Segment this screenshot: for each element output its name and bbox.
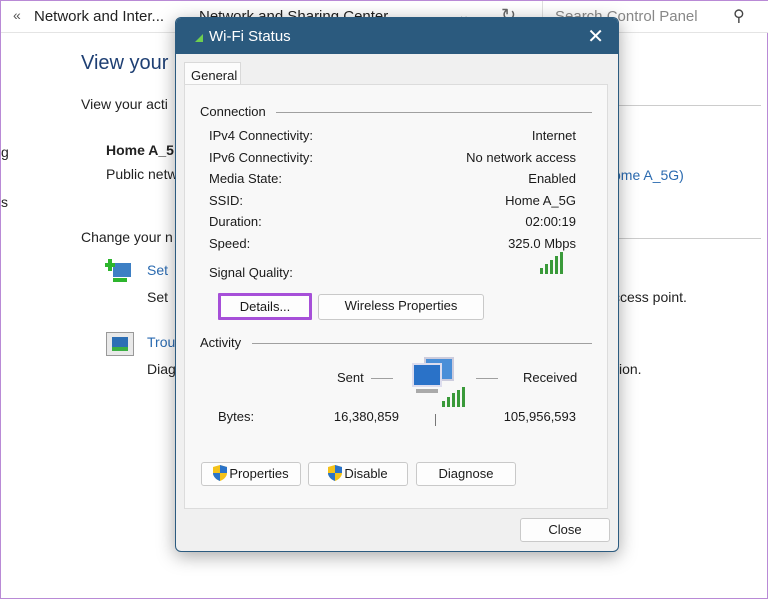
diagnose-button[interactable]: Diagnose <box>416 462 516 486</box>
divider <box>252 343 592 344</box>
media-state-value: Enabled <box>528 171 576 186</box>
dialog-title: Wi-Fi Status <box>209 28 291 45</box>
divider <box>616 105 761 106</box>
bytes-sent-value: 16,380,859 <box>333 409 399 424</box>
sent-label: Sent <box>337 370 364 385</box>
wireless-properties-button[interactable]: Wireless Properties <box>318 294 484 320</box>
troubleshoot-description: Diag <box>147 361 176 377</box>
troubleshoot-link[interactable]: Trou <box>147 334 175 350</box>
tab-general[interactable]: General <box>184 62 241 86</box>
ssid-value: Home A_5G <box>505 193 576 208</box>
details-button[interactable]: Details... <box>218 293 312 320</box>
section-heading: Change your n <box>81 229 173 245</box>
title-bar: Wi-Fi Status ✕ <box>176 18 618 54</box>
signal-bars-icon <box>540 252 563 274</box>
connection-link[interactable]: ome A_5G) <box>613 167 684 183</box>
uac-shield-icon <box>213 465 228 481</box>
signal-quality-label: Signal Quality: <box>209 265 293 280</box>
new-connection-icon <box>105 259 133 285</box>
duration-label: Duration: <box>209 214 262 229</box>
media-state-label: Media State: <box>209 171 282 186</box>
disable-button[interactable]: Disable <box>308 462 408 486</box>
wifi-signal-icon <box>195 34 203 42</box>
network-name: Home A_5 <box>106 142 174 158</box>
back-history-icon[interactable]: « <box>13 7 21 23</box>
troubleshoot-description-tail: ion. <box>619 361 642 377</box>
uac-shield-icon <box>328 465 343 481</box>
close-button[interactable]: Close <box>520 518 610 542</box>
ipv4-label: IPv4 Connectivity: <box>209 128 314 143</box>
ipv4-value: Internet <box>531 128 576 143</box>
bytes-label: Bytes: <box>218 409 255 424</box>
divider <box>616 238 761 239</box>
properties-label: Properties <box>229 466 289 481</box>
network-computers-icon <box>410 357 468 413</box>
disable-label: Disable <box>344 466 388 481</box>
duration-value: 02:00:19 <box>525 214 576 229</box>
troubleshoot-icon <box>106 332 134 356</box>
setup-description: Set <box>147 289 169 305</box>
bytes-received-value: 105,956,593 <box>503 409 576 424</box>
subheading: View your acti <box>81 96 168 112</box>
search-icon[interactable]: ⚲ <box>733 6 745 26</box>
divider <box>276 112 592 113</box>
network-type: Public netw <box>106 166 178 182</box>
left-fragment: g <box>1 144 9 160</box>
setup-connection-link[interactable]: Set <box>147 262 168 278</box>
speed-value: 325.0 Mbps <box>508 236 576 251</box>
wifi-status-dialog: Wi-Fi Status ✕ General Connection IPv4 C… <box>175 17 619 552</box>
activity-section-label: Activity <box>200 335 242 350</box>
received-label: Received <box>523 370 578 385</box>
page-title: View your <box>81 52 169 74</box>
properties-button[interactable]: Properties <box>201 462 301 486</box>
setup-description-tail: ccess point. <box>613 289 687 305</box>
ipv6-value: No network access <box>466 150 576 165</box>
divider <box>371 378 393 379</box>
left-fragment: s <box>1 194 8 210</box>
speed-label: Speed: <box>209 236 251 251</box>
ssid-label: SSID: <box>209 193 243 208</box>
close-icon[interactable]: ✕ <box>587 24 604 49</box>
ipv6-label: IPv6 Connectivity: <box>209 150 314 165</box>
divider <box>476 378 498 379</box>
divider <box>435 414 436 426</box>
breadcrumb-item[interactable]: Network and Inter... <box>34 8 164 25</box>
connection-section-label: Connection <box>200 104 266 119</box>
